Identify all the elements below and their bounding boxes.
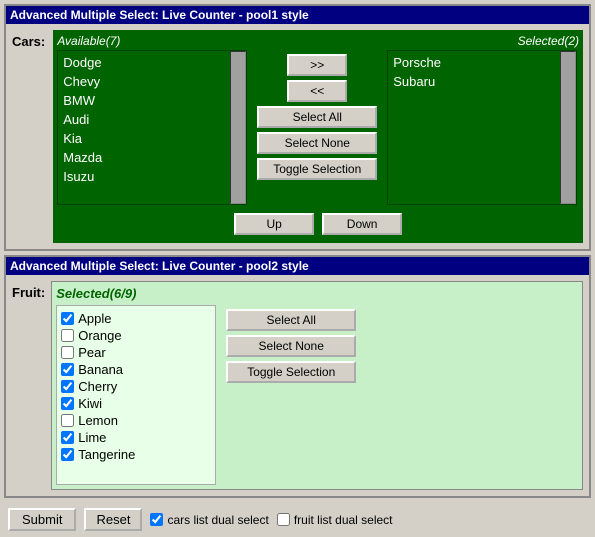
checkbox-cherry[interactable] xyxy=(61,380,74,393)
pool1-section: Advanced Multiple Select: Live Counter -… xyxy=(4,4,591,251)
checkbox-item-orange: Orange xyxy=(61,327,211,344)
checkbox-item-cherry: Cherry xyxy=(61,378,211,395)
checkbox-item-pear: Pear xyxy=(61,344,211,361)
move-left-button[interactable]: << xyxy=(287,80,347,102)
fruit-checkbox-label[interactable]: fruit list dual select xyxy=(277,513,393,527)
up-button[interactable]: Up xyxy=(234,213,314,235)
pool1-row: Cars: Available(7) Selected(2) Dodge Che… xyxy=(12,30,583,243)
checkbox-lime[interactable] xyxy=(61,431,74,444)
list-item[interactable]: Isuzu xyxy=(60,167,228,186)
pool2-right-controls: Select All Select None Toggle Selection xyxy=(226,305,356,485)
list-item[interactable]: Chevy xyxy=(60,72,228,91)
cars-dual-select-checkbox[interactable] xyxy=(150,513,163,526)
list-item[interactable]: Audi xyxy=(60,110,228,129)
reset-button[interactable]: Reset xyxy=(84,508,142,531)
pool2-inner: Selected(6/9) Apple Orange xyxy=(51,281,583,490)
selected-scrollbar[interactable] xyxy=(560,51,576,204)
pool2-content: Fruit: Selected(6/9) Apple Orange xyxy=(6,275,589,496)
move-right-button[interactable]: >> xyxy=(287,54,347,76)
checkbox-apple[interactable] xyxy=(61,312,74,325)
pool1-label: Cars: xyxy=(12,30,45,49)
label-orange: Orange xyxy=(78,328,121,343)
list-item[interactable]: Mazda xyxy=(60,148,228,167)
checkbox-item-apple: Apple xyxy=(61,310,211,327)
pool2-section: Advanced Multiple Select: Live Counter -… xyxy=(4,255,591,498)
pool2-select-none-button[interactable]: Select None xyxy=(226,335,356,357)
pool1-center-controls: >> << Select All Select None Toggle Sele… xyxy=(249,50,385,184)
checkbox-banana[interactable] xyxy=(61,363,74,376)
label-kiwi: Kiwi xyxy=(78,396,102,411)
checkbox-item-banana: Banana xyxy=(61,361,211,378)
selected-list-container: Porsche Subaru xyxy=(387,50,577,205)
checkbox-kiwi[interactable] xyxy=(61,397,74,410)
pool1-title: Advanced Multiple Select: Live Counter -… xyxy=(6,6,589,24)
checkbox-list: Apple Orange Pear Banana xyxy=(56,305,216,485)
select-all-button[interactable]: Select All xyxy=(257,106,377,128)
pool2-header: Selected(6/9) xyxy=(56,286,578,301)
checkbox-orange[interactable] xyxy=(61,329,74,342)
toggle-selection-button[interactable]: Toggle Selection xyxy=(257,158,377,180)
fruit-dual-select-checkbox[interactable] xyxy=(277,513,290,526)
selected-items: Porsche Subaru xyxy=(388,51,560,204)
label-cherry: Cherry xyxy=(78,379,117,394)
checkbox-item-kiwi: Kiwi xyxy=(61,395,211,412)
label-apple: Apple xyxy=(78,311,111,326)
up-down-controls: Up Down xyxy=(57,209,579,239)
cars-checkbox-label[interactable]: cars list dual select xyxy=(150,513,268,527)
checkbox-item-lemon: Lemon xyxy=(61,412,211,429)
pool1-main-row: Dodge Chevy BMW Audi Kia Mazda Isuzu xyxy=(57,50,579,205)
pool2-select-all-button[interactable]: Select All xyxy=(226,309,356,331)
pool1-content: Cars: Available(7) Selected(2) Dodge Che… xyxy=(6,24,589,249)
pool2-title: Advanced Multiple Select: Live Counter -… xyxy=(6,257,589,275)
label-banana: Banana xyxy=(78,362,123,377)
available-list-container: Dodge Chevy BMW Audi Kia Mazda Isuzu xyxy=(57,50,247,205)
pool2-label: Fruit: xyxy=(12,281,45,300)
footer: Submit Reset cars list dual select fruit… xyxy=(0,502,595,537)
submit-button[interactable]: Submit xyxy=(8,508,76,531)
label-tangerine: Tangerine xyxy=(78,447,135,462)
label-lemon: Lemon xyxy=(78,413,118,428)
list-item[interactable]: Dodge xyxy=(60,53,228,72)
pool1-green-area: Available(7) Selected(2) Dodge Chevy BMW… xyxy=(53,30,583,243)
list-item[interactable]: Kia xyxy=(60,129,228,148)
pool2-cols: Apple Orange Pear Banana xyxy=(56,305,578,485)
label-lime: Lime xyxy=(78,430,106,445)
checkbox-tangerine[interactable] xyxy=(61,448,74,461)
cars-label: cars list dual select xyxy=(167,513,268,527)
available-list[interactable]: Dodge Chevy BMW Audi Kia Mazda Isuzu xyxy=(57,50,247,205)
checkbox-item-lime: Lime xyxy=(61,429,211,446)
label-pear: Pear xyxy=(78,345,105,360)
pool1-headers: Available(7) Selected(2) xyxy=(57,34,579,48)
list-item[interactable]: BMW xyxy=(60,91,228,110)
pool2-row: Fruit: Selected(6/9) Apple Orange xyxy=(12,281,583,490)
down-button[interactable]: Down xyxy=(322,213,402,235)
fruit-label: fruit list dual select xyxy=(294,513,393,527)
available-header: Available(7) xyxy=(57,34,120,48)
selected-header: Selected(2) xyxy=(518,34,579,48)
select-none-button[interactable]: Select None xyxy=(257,132,377,154)
available-scrollbar[interactable] xyxy=(230,51,246,204)
available-items: Dodge Chevy BMW Audi Kia Mazda Isuzu xyxy=(58,51,230,204)
checkbox-pear[interactable] xyxy=(61,346,74,359)
checkbox-lemon[interactable] xyxy=(61,414,74,427)
pool2-toggle-button[interactable]: Toggle Selection xyxy=(226,361,356,383)
list-item[interactable]: Subaru xyxy=(390,72,558,91)
checkbox-item-tangerine: Tangerine xyxy=(61,446,211,463)
selected-list[interactable]: Porsche Subaru xyxy=(387,50,577,205)
list-item[interactable]: Porsche xyxy=(390,53,558,72)
